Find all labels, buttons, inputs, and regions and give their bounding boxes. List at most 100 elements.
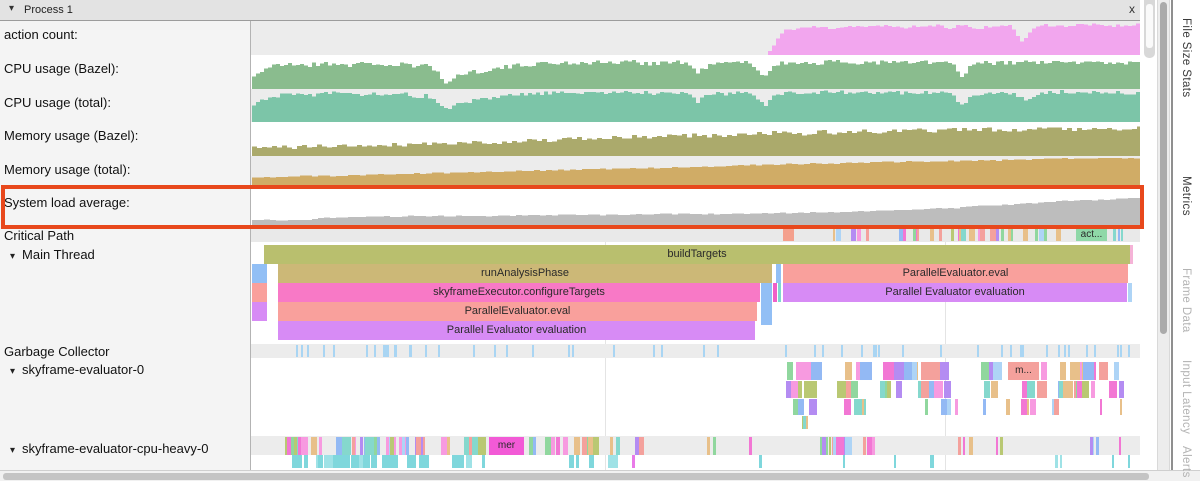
trace-tick[interactable] [1022, 381, 1026, 398]
trace-tick[interactable] [1041, 362, 1046, 380]
collapse-icon[interactable]: ▾ [10, 366, 15, 377]
trace-tick[interactable] [925, 399, 928, 415]
trace-tick[interactable] [713, 437, 716, 455]
trace-tick[interactable] [1046, 345, 1048, 357]
trace-tick[interactable] [410, 345, 412, 357]
trace-tick[interactable] [961, 228, 966, 241]
trace-tick[interactable] [894, 455, 897, 468]
trace-tick[interactable] [296, 345, 298, 357]
trace-tick[interactable] [955, 399, 958, 415]
trace-tick[interactable] [1091, 381, 1095, 398]
trace-tick[interactable] [878, 345, 880, 357]
trace-tick[interactable] [836, 437, 843, 455]
collapse-icon[interactable]: ▾ [10, 445, 15, 456]
trace-tick[interactable] [836, 228, 842, 241]
trace-tick[interactable] [940, 345, 942, 357]
trace-tick[interactable] [845, 437, 852, 455]
trace-tick[interactable] [833, 228, 835, 241]
trace-tick[interactable] [1064, 345, 1066, 357]
trace-tick[interactable] [303, 437, 306, 455]
trace-tick[interactable] [323, 345, 325, 357]
sidebar-tab-metrics[interactable]: Metrics [1180, 176, 1192, 216]
trace-tick[interactable] [1043, 381, 1047, 398]
trace-tick[interactable] [616, 437, 621, 455]
horizontal-scrollbar[interactable] [0, 470, 1200, 481]
trace-tick[interactable] [318, 455, 323, 468]
trace-tick[interactable] [896, 381, 902, 398]
trace-tick[interactable] [822, 437, 826, 455]
trace-tick[interactable] [798, 399, 804, 415]
trace-tick[interactable] [402, 437, 405, 455]
trace-tick[interactable] [980, 228, 985, 241]
trace-tick[interactable] [533, 437, 536, 455]
trace-segment[interactable] [1128, 283, 1132, 302]
trace-tick[interactable] [1121, 228, 1123, 241]
trace-tick[interactable] [977, 345, 979, 357]
trace-tick[interactable] [841, 345, 843, 357]
trace-segment[interactable] [252, 283, 267, 302]
trace-tick[interactable] [1030, 399, 1036, 415]
trace-tick[interactable] [921, 362, 934, 380]
trace-tick[interactable] [883, 362, 894, 380]
trace-tick[interactable] [324, 455, 333, 468]
cpu-heavy-track[interactable] [251, 436, 1140, 455]
trace-tick[interactable] [913, 228, 916, 241]
trace-tick[interactable] [993, 362, 1002, 380]
trace-tick[interactable] [804, 381, 817, 398]
trace-tick[interactable] [1086, 345, 1088, 357]
trace-tick[interactable] [1077, 381, 1082, 398]
trace-tick[interactable] [880, 381, 885, 398]
trace-tick[interactable] [845, 362, 852, 380]
trace-tick[interactable] [563, 437, 569, 455]
trace-tick[interactable] [969, 228, 974, 241]
trace-segment[interactable] [252, 302, 267, 321]
trace-tick[interactable] [1001, 345, 1003, 357]
trace-tick[interactable] [1056, 228, 1061, 241]
trace-tick[interactable] [809, 399, 817, 415]
trace-tick[interactable] [857, 228, 861, 241]
trace-tick[interactable] [352, 437, 355, 455]
trace-tick[interactable] [472, 437, 478, 455]
trace-segment[interactable] [761, 283, 772, 325]
trace-tick[interactable] [1109, 381, 1117, 398]
trace-tick[interactable] [387, 345, 389, 357]
sidebar-tab-file-size-stats[interactable]: File Size Stats [1180, 18, 1192, 98]
trace-tick[interactable] [866, 228, 869, 241]
trace-segment[interactable]: m... [1008, 362, 1039, 380]
trace-tick[interactable] [860, 362, 872, 380]
trace-tick[interactable] [482, 455, 485, 468]
trace-tick[interactable] [582, 437, 587, 455]
trace-tick[interactable] [843, 455, 845, 468]
trace-tick[interactable] [1119, 437, 1122, 455]
trace-tick[interactable] [336, 437, 342, 455]
trace-tick[interactable] [613, 455, 618, 468]
trace-tick[interactable] [1060, 455, 1063, 468]
trace-tick[interactable] [1096, 437, 1099, 455]
trace-tick[interactable] [1023, 228, 1028, 241]
process-header[interactable]: ▾ Process 1 x [0, 0, 1140, 21]
trace-segment[interactable] [778, 283, 781, 302]
trace-tick[interactable] [1021, 399, 1027, 415]
trace-tick[interactable] [787, 362, 793, 380]
trace-tick[interactable] [371, 455, 377, 468]
trace-tick[interactable] [796, 362, 811, 380]
trace-tick[interactable] [1100, 399, 1103, 415]
trace-tick[interactable] [941, 399, 948, 415]
trace-tick[interactable] [571, 455, 574, 468]
trace-tick[interactable] [933, 362, 940, 380]
critical-path-track[interactable] [251, 227, 1140, 242]
trace-tick[interactable] [1119, 381, 1125, 398]
trace-segment[interactable] [632, 455, 635, 468]
trace-tick[interactable] [466, 455, 472, 468]
trace-segment[interactable]: Parallel Evaluator evaluation [783, 283, 1127, 302]
trace-tick[interactable] [291, 437, 294, 455]
trace-tick[interactable] [608, 455, 611, 468]
trace-tick[interactable] [304, 455, 309, 468]
trace-segment[interactable]: Parallel Evaluator evaluation [278, 321, 755, 340]
trace-tick[interactable] [951, 228, 954, 241]
trace-tick[interactable] [294, 455, 303, 468]
trace-tick[interactable] [958, 437, 961, 455]
trace-tick[interactable] [661, 345, 663, 357]
trace-segment[interactable]: act... [1076, 228, 1107, 241]
trace-tick[interactable] [1083, 362, 1093, 380]
